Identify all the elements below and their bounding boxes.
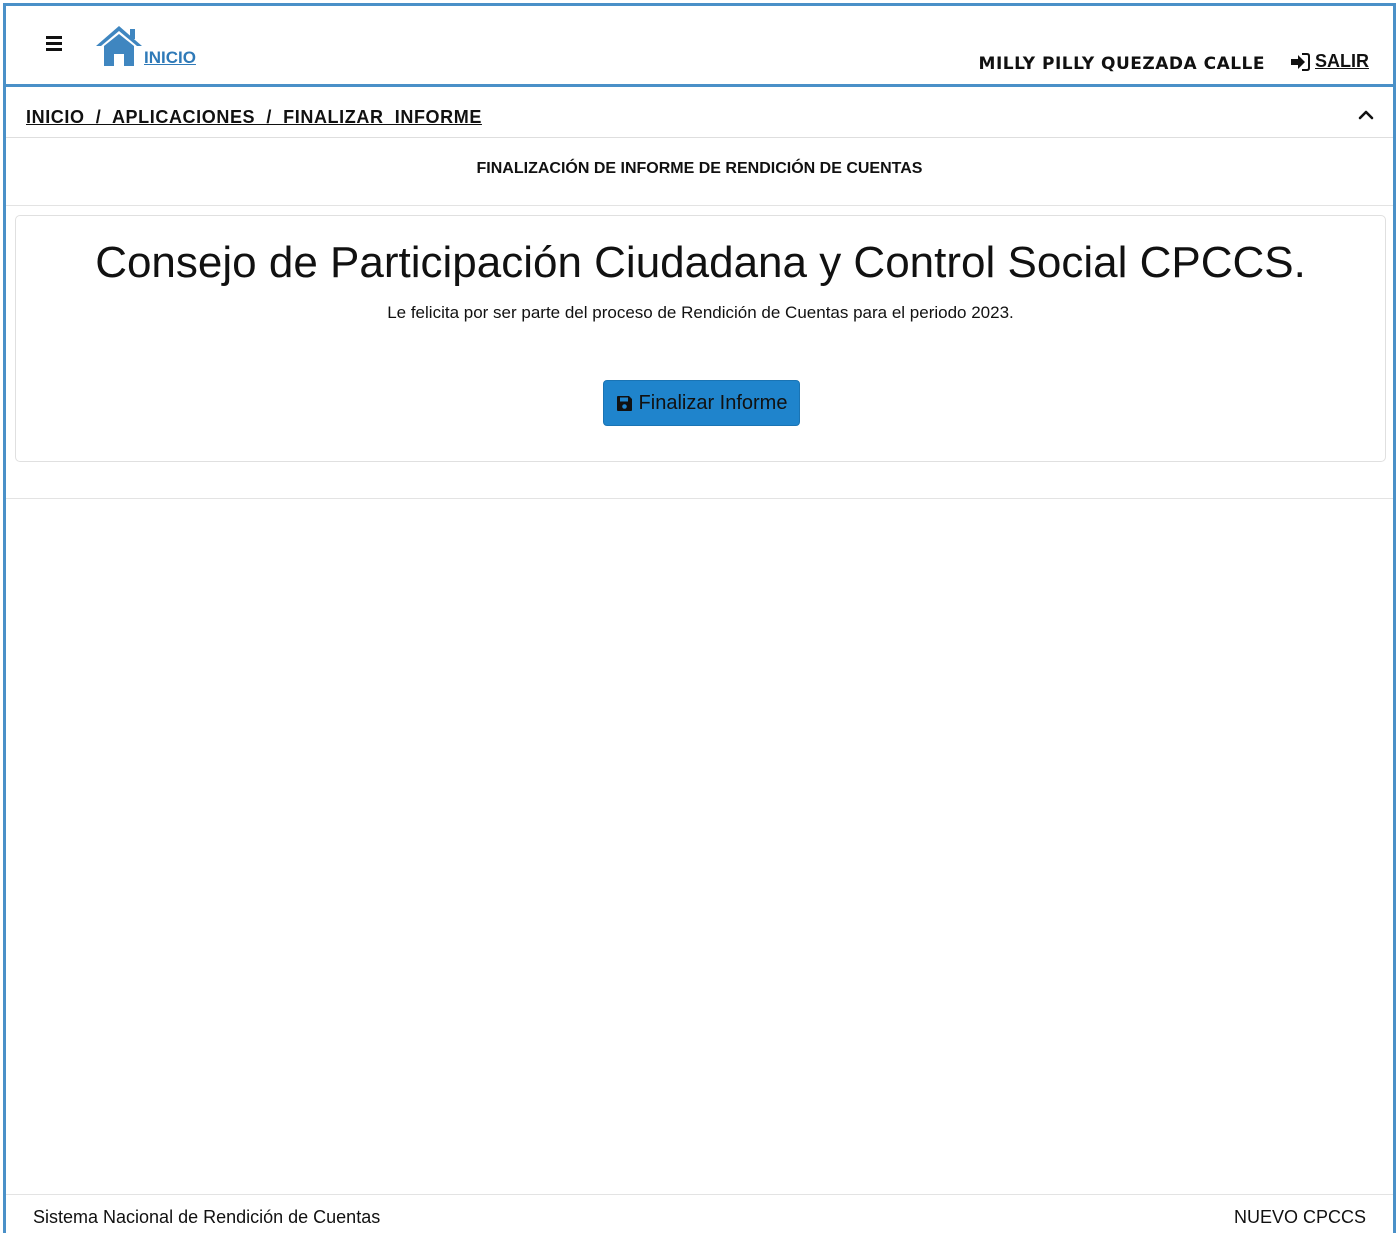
top-navbar: INICIO MILLY PILLY QUEZADA CALLE SALIR — [6, 6, 1393, 87]
logout-label: SALIR — [1315, 51, 1369, 71]
home-link-label: INICIO — [144, 48, 196, 67]
page-title: FINALIZACIÓN DE INFORME DE RENDICIÓN DE … — [6, 138, 1393, 206]
breadcrumb[interactable]: INICIO / APLICACIONES / FINALIZAR INFORM… — [26, 107, 482, 128]
content-divider — [6, 498, 1393, 499]
finalize-report-button[interactable]: Finalizar Informe — [603, 380, 800, 426]
breadcrumb-bar: INICIO / APLICACIONES / FINALIZAR INFORM… — [6, 90, 1393, 138]
footer: Sistema Nacional de Rendición de Cuentas… — [6, 1194, 1393, 1233]
sign-in-icon — [1291, 52, 1310, 71]
home-icon — [96, 26, 142, 66]
app-frame: INICIO MILLY PILLY QUEZADA CALLE SALIR I… — [3, 3, 1396, 1233]
finalize-card: Consejo de Participación Ciudadana y Con… — [15, 215, 1386, 462]
user-name: MILLY PILLY QUEZADA CALLE — [978, 54, 1265, 74]
footer-brand: NUEVO CPCCS — [1233, 1207, 1366, 1227]
finalize-report-label: Finalizar Informe — [638, 391, 788, 414]
floppy-disk-icon — [616, 395, 632, 411]
card-title: Consejo de Participación Ciudadana y Con… — [95, 238, 1306, 287]
footer-system-name: Sistema Nacional de Rendición de Cuentas — [33, 1207, 381, 1227]
card-subtitle: Le felicita por ser parte del proceso de… — [387, 303, 1014, 322]
home-link[interactable]: INICIO — [94, 24, 196, 68]
logout-button[interactable]: SALIR — [1290, 51, 1369, 72]
hamburger-menu-icon[interactable] — [46, 36, 66, 54]
chevron-up-icon[interactable] — [1357, 106, 1375, 124]
